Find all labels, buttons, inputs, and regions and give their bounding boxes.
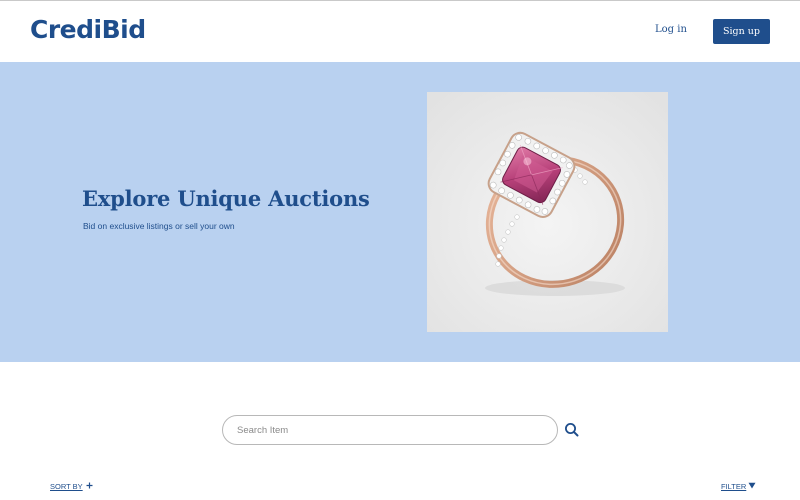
hero-banner: Explore Unique Auctions Bid on exclusive… <box>0 62 800 362</box>
filter-label: FILTER <box>721 482 747 491</box>
hero-title: Explore Unique Auctions <box>82 186 370 211</box>
sort-by-label: SORT BY <box>50 482 83 491</box>
ring-image <box>427 92 668 332</box>
search-input[interactable] <box>222 415 558 445</box>
triangle-down-icon <box>748 482 756 491</box>
filter-button[interactable]: FILTER <box>721 482 756 491</box>
hero-subtitle: Bid on exclusive listings or sell your o… <box>83 221 235 231</box>
logo[interactable]: CrediBid <box>30 15 146 44</box>
plus-icon <box>86 482 93 491</box>
signup-button[interactable]: Sign up <box>713 19 770 44</box>
search-icon[interactable] <box>563 421 581 439</box>
login-link[interactable]: Log in <box>655 24 687 35</box>
hero-ring-image <box>427 92 668 332</box>
site-header: CrediBid Log in Sign up <box>0 1 800 62</box>
sort-by-button[interactable]: SORT BY <box>50 482 93 491</box>
